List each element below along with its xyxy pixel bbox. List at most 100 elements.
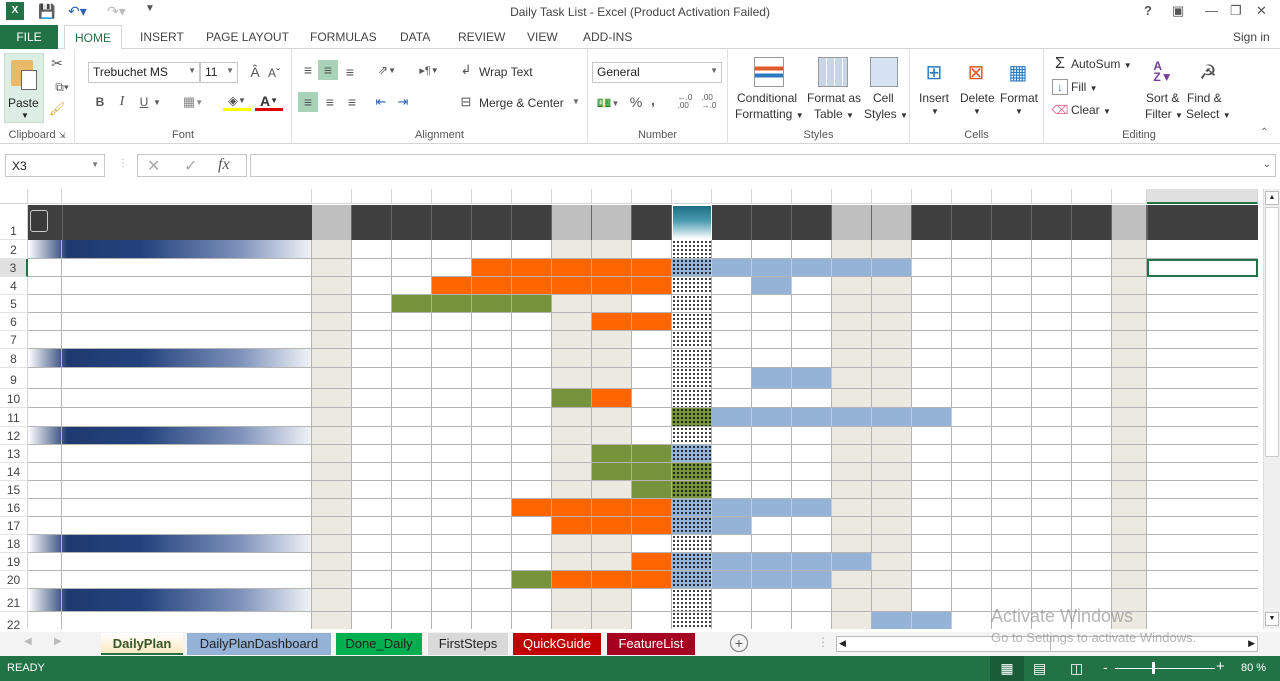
date-cell[interactable] bbox=[432, 589, 472, 612]
date-cell[interactable] bbox=[752, 535, 792, 553]
date-cell[interactable] bbox=[912, 571, 952, 589]
row-header[interactable]: 19 bbox=[0, 553, 28, 571]
date-cell[interactable] bbox=[472, 349, 512, 368]
date-cell[interactable] bbox=[1072, 463, 1112, 481]
date-cell[interactable] bbox=[1072, 389, 1112, 408]
date-cell[interactable] bbox=[1112, 427, 1147, 445]
prev-sheet-icon[interactable]: ◀ bbox=[24, 636, 32, 647]
date-cell[interactable] bbox=[672, 295, 712, 313]
date-cell[interactable] bbox=[712, 389, 752, 408]
tab-data[interactable]: DATA bbox=[390, 25, 440, 49]
section-title[interactable] bbox=[62, 240, 312, 259]
date-cell[interactable] bbox=[352, 427, 392, 445]
column-header-f[interactable] bbox=[432, 189, 472, 204]
gantt-bar-planned[interactable] bbox=[792, 368, 832, 389]
date-cell[interactable] bbox=[872, 571, 912, 589]
gantt-bar-done[interactable] bbox=[392, 295, 432, 313]
date-cell[interactable] bbox=[952, 389, 992, 408]
short-notes-cell[interactable] bbox=[1147, 535, 1258, 553]
bottom-align-icon[interactable]: ≡ bbox=[340, 63, 360, 81]
date-cell[interactable] bbox=[992, 571, 1032, 589]
date-cell[interactable] bbox=[952, 259, 992, 277]
date-cell[interactable] bbox=[832, 368, 872, 389]
date-cell[interactable] bbox=[712, 463, 752, 481]
column-header-j[interactable] bbox=[592, 189, 632, 204]
date-cell[interactable] bbox=[1032, 553, 1072, 571]
date-cell[interactable] bbox=[792, 445, 832, 463]
date-cell[interactable] bbox=[912, 499, 952, 517]
date-cell[interactable] bbox=[1072, 481, 1112, 499]
date-cell[interactable] bbox=[352, 553, 392, 571]
date-cell[interactable] bbox=[352, 368, 392, 389]
column-header-x[interactable] bbox=[1147, 189, 1258, 204]
date-cell[interactable] bbox=[352, 389, 392, 408]
scroll-up-icon[interactable]: ▲ bbox=[1265, 191, 1279, 205]
date-cell[interactable] bbox=[1072, 349, 1112, 368]
gantt-bar-in-progress[interactable] bbox=[552, 571, 592, 589]
gantt-bar-planned[interactable] bbox=[912, 408, 952, 427]
font-size-select[interactable]: 11 ▼ bbox=[200, 62, 238, 83]
gantt-bar-in-progress[interactable] bbox=[512, 277, 552, 295]
date-cell[interactable] bbox=[312, 313, 352, 331]
format-button[interactable]: Format bbox=[1000, 91, 1038, 105]
date-cell[interactable] bbox=[1032, 331, 1072, 349]
top-align-icon[interactable]: ≡ bbox=[298, 61, 318, 79]
date-cell[interactable] bbox=[472, 553, 512, 571]
date-cell[interactable] bbox=[432, 481, 472, 499]
short-notes-cell[interactable] bbox=[1147, 612, 1258, 629]
section-title[interactable] bbox=[62, 535, 312, 553]
date-cell[interactable] bbox=[1112, 313, 1147, 331]
date-cell[interactable] bbox=[952, 612, 992, 629]
date-cell[interactable] bbox=[352, 277, 392, 295]
row-header[interactable]: 20 bbox=[0, 571, 28, 589]
gantt-bar-planned[interactable] bbox=[672, 553, 712, 571]
date-cell[interactable] bbox=[552, 553, 592, 571]
gantt-bar-done[interactable] bbox=[632, 445, 672, 463]
column-header-a[interactable] bbox=[28, 189, 62, 204]
column-header-d[interactable] bbox=[352, 189, 392, 204]
date-cell[interactable] bbox=[832, 445, 872, 463]
date-cell[interactable] bbox=[832, 589, 872, 612]
date-cell[interactable] bbox=[872, 368, 912, 389]
date-cell[interactable] bbox=[352, 481, 392, 499]
sheet-tab-dailyplan[interactable]: DailyPlan bbox=[101, 633, 183, 655]
sort-filter-button[interactable]: Filter ▼ bbox=[1145, 107, 1183, 121]
row-header[interactable]: 13 bbox=[0, 445, 28, 463]
date-cell[interactable] bbox=[552, 589, 592, 612]
worksheet-grid[interactable]: 1 2 3 4 5 6 7 8 9 10 11 12 13 14 15 16 17 18 19 20 21 22 bbox=[0, 189, 1262, 629]
date-cell[interactable] bbox=[472, 445, 512, 463]
date-cell[interactable] bbox=[872, 589, 912, 612]
date-cell[interactable] bbox=[952, 589, 992, 612]
date-cell[interactable] bbox=[592, 553, 632, 571]
date-cell[interactable] bbox=[672, 535, 712, 553]
date-cell[interactable] bbox=[912, 368, 952, 389]
date-cell[interactable] bbox=[632, 427, 672, 445]
date-cell[interactable] bbox=[992, 349, 1032, 368]
date-cell[interactable] bbox=[392, 535, 432, 553]
date-cell[interactable] bbox=[992, 408, 1032, 427]
insert-dropdown-icon[interactable]: ▼ bbox=[931, 107, 939, 116]
date-cell[interactable] bbox=[432, 368, 472, 389]
date-cell[interactable] bbox=[432, 553, 472, 571]
column-header-c[interactable] bbox=[312, 189, 352, 204]
date-cell[interactable] bbox=[512, 331, 552, 349]
short-notes-cell[interactable] bbox=[1147, 553, 1258, 571]
cell-styles-button[interactable]: Styles ▼ bbox=[864, 107, 908, 121]
underline-button[interactable]: U bbox=[137, 93, 151, 111]
date-cell[interactable] bbox=[1072, 240, 1112, 259]
task-name[interactable] bbox=[62, 463, 312, 481]
date-cell[interactable] bbox=[952, 517, 992, 535]
date-cell[interactable] bbox=[712, 295, 752, 313]
date-cell[interactable] bbox=[472, 240, 512, 259]
wrap-text-button[interactable]: Wrap Text bbox=[479, 65, 533, 79]
gantt-bar-done[interactable] bbox=[672, 481, 712, 499]
short-notes-cell[interactable] bbox=[1147, 389, 1258, 408]
date-cell[interactable] bbox=[672, 349, 712, 368]
short-notes-cell[interactable] bbox=[1147, 589, 1258, 612]
gantt-bar-planned[interactable] bbox=[792, 553, 832, 571]
gantt-bar-done[interactable] bbox=[432, 295, 472, 313]
date-cell[interactable] bbox=[592, 349, 632, 368]
date-cell[interactable] bbox=[832, 349, 872, 368]
column-header-p[interactable] bbox=[832, 189, 872, 204]
date-cell[interactable] bbox=[832, 612, 872, 629]
